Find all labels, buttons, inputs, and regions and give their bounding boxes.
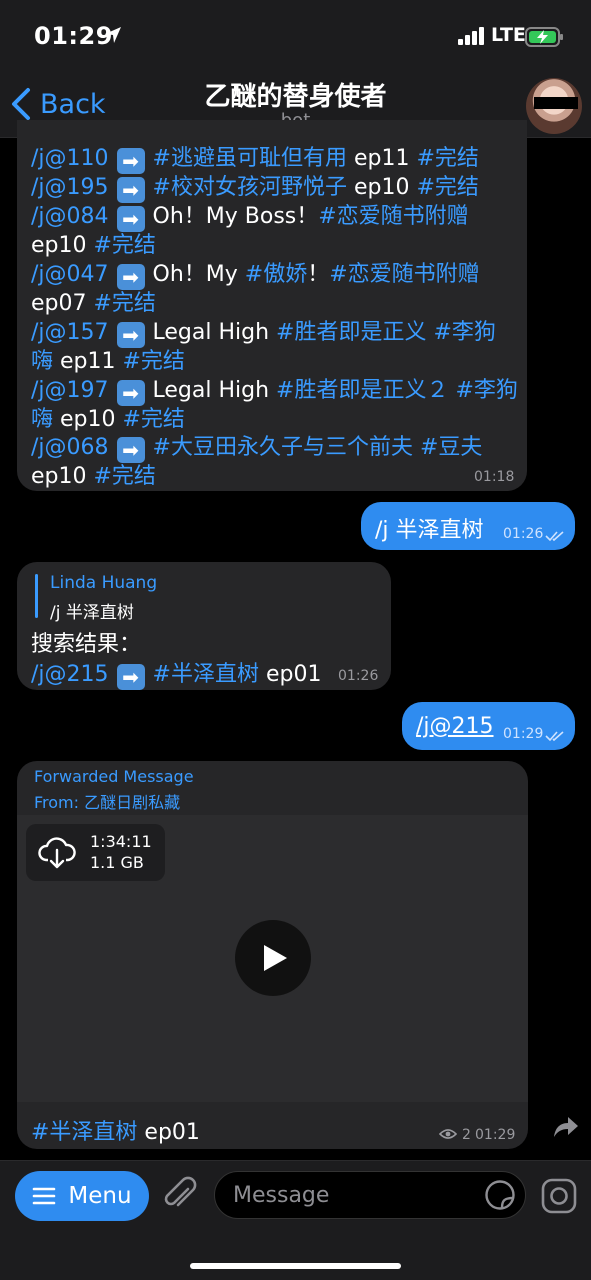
- message-time: 01:29: [475, 1127, 516, 1143]
- command-link[interactable]: /j@110: [31, 146, 109, 171]
- episode-text: ep01: [258, 662, 322, 687]
- location-arrow-icon: [105, 27, 121, 43]
- hashtag-link[interactable]: #半泽直树: [153, 662, 259, 687]
- menu-button[interactable]: Menu: [15, 1171, 149, 1221]
- message-text: ep10: [31, 464, 94, 489]
- forwarded-from[interactable]: From: 乙醚日剧私藏: [34, 789, 180, 813]
- cellular-signal-icon: [458, 27, 484, 45]
- hashtag-link[interactable]: #大豆田永久子与三个前夫: [153, 435, 413, 460]
- views-eye-icon: [439, 1129, 457, 1139]
- forwarded-from-name[interactable]: 乙醚日剧私藏: [84, 793, 180, 812]
- video-caption: #半泽直树 ep01: [31, 1114, 200, 1146]
- message-text: ep07: [31, 291, 94, 316]
- command-link[interactable]: /j@084: [31, 204, 109, 229]
- paperclip-icon[interactable]: [162, 1175, 198, 1215]
- command-link[interactable]: /j@195: [31, 175, 109, 200]
- chat-title[interactable]: 乙醚的替身使者: [0, 76, 591, 113]
- forwarded-label: Forwarded Message: [34, 767, 194, 786]
- incoming-reply-message[interactable]: Linda Huang /j 半泽直树 搜索结果： /j@215 ➡ #半泽直树 e…: [17, 562, 391, 690]
- message-text: ep10: [346, 175, 417, 200]
- hashtag-link[interactable]: #豆夫: [420, 435, 482, 460]
- hashtag-link[interactable]: #完结: [416, 175, 478, 200]
- video-duration: 1:34:11: [90, 832, 152, 851]
- command-link[interactable]: /j@157: [31, 320, 109, 345]
- download-button[interactable]: 1:34:11 1.1 GB: [26, 824, 165, 881]
- home-indicator: [190, 1263, 401, 1269]
- message-heading: 搜索结果：: [31, 632, 142, 657]
- message-text: Legal High: [152, 320, 277, 345]
- message-text: [413, 435, 420, 460]
- incoming-list-message[interactable]: /j@110 ➡ #逃避虽可耻但有用 ep11 #完结/j@195 ➡ #校对女孩河野悦…: [17, 120, 527, 491]
- message-text: Oh！My: [152, 262, 245, 287]
- video-size: 1.1 GB: [90, 853, 144, 872]
- play-button[interactable]: [235, 920, 311, 996]
- hashtag-link[interactable]: #恋爱随书附赠: [329, 262, 479, 287]
- message-text: Legal High: [152, 378, 277, 403]
- message-input[interactable]: [214, 1171, 526, 1219]
- outgoing-message[interactable]: /j 半泽直树 01:26: [361, 502, 575, 550]
- message-time: 01:29: [503, 726, 544, 742]
- forwarded-from-prefix: From:: [34, 793, 85, 812]
- message-text: ep11: [53, 349, 123, 374]
- hashtag-link[interactable]: 嗨: [31, 349, 53, 374]
- list-item: 嗨 ep11 #完结: [31, 343, 185, 375]
- command-link[interactable]: /j@047: [31, 262, 109, 287]
- reply-quote-bar: [35, 574, 38, 618]
- network-type: LTE: [491, 24, 526, 46]
- hashtag-link[interactable]: #李狗: [455, 378, 517, 403]
- reply-quote-text: /j 半泽直树: [50, 603, 134, 623]
- outgoing-message[interactable]: /j@215 01:29: [402, 702, 575, 750]
- hashtag-link[interactable]: #李狗: [433, 320, 495, 345]
- message-time: 01:26: [503, 526, 544, 542]
- hashtag-link[interactable]: #完结: [94, 233, 156, 258]
- share-forward-icon[interactable]: [553, 1115, 579, 1139]
- hashtag-link[interactable]: #完结: [94, 291, 156, 316]
- message-text: ep10: [31, 233, 94, 258]
- status-bar: 01:29 LTE: [0, 0, 591, 70]
- hashtag-link[interactable]: #胜者即是正义: [276, 320, 426, 345]
- reply-quote-author[interactable]: Linda Huang: [50, 573, 157, 593]
- hashtag-link[interactable]: #半泽直树: [31, 1120, 137, 1145]
- message-time: 01:18: [474, 469, 515, 485]
- hashtag-link[interactable]: #胜者即是正义２: [276, 378, 448, 403]
- command-link[interactable]: /j@215: [31, 662, 109, 687]
- status-time: 01:29: [34, 22, 113, 50]
- search-result-line: /j@215 ➡ #半泽直树 ep01: [31, 656, 321, 690]
- hashtag-link[interactable]: #完结: [94, 464, 156, 489]
- list-item: ep10 #完结: [31, 458, 156, 490]
- sticker-icon[interactable]: [484, 1179, 516, 1211]
- view-count: 2: [462, 1127, 471, 1143]
- command-link[interactable]: /j@068: [31, 435, 109, 460]
- hashtag-link[interactable]: #完结: [123, 349, 185, 374]
- message-text: Oh！My Boss！: [152, 204, 319, 229]
- avatar[interactable]: [526, 78, 582, 134]
- list-item: ep07 #完结: [31, 285, 156, 317]
- arrow-right-icon: ➡: [116, 664, 145, 690]
- message-link-text[interactable]: /j@215: [416, 714, 494, 739]
- message-time: 01:26: [338, 668, 379, 684]
- menu-label: Menu: [68, 1183, 132, 1209]
- hashtag-link[interactable]: #傲娇: [245, 262, 307, 287]
- command-link[interactable]: /j@197: [31, 378, 109, 403]
- input-bar: Menu: [0, 1160, 591, 1280]
- message-text: /j 半泽直树: [375, 518, 484, 543]
- message-text: ep11: [346, 146, 417, 171]
- hashtag-link[interactable]: #恋爱随书附赠: [318, 204, 468, 229]
- battery-charging-icon: [525, 27, 563, 47]
- list-item: ep10 #完结: [31, 227, 156, 259]
- hashtag-link[interactable]: #完结: [416, 146, 478, 171]
- hashtag-link[interactable]: #校对女孩河野悦子: [153, 175, 347, 200]
- hashtag-link[interactable]: #逃避虽可耻但有用: [153, 146, 347, 171]
- read-ticks-icon: [545, 531, 564, 542]
- message-text: ！: [307, 262, 330, 287]
- cloud-download-icon: [38, 837, 76, 869]
- hamburger-menu-icon: [33, 1187, 56, 1205]
- avatar-redaction-bar: [534, 97, 578, 109]
- read-ticks-icon: [545, 731, 564, 742]
- camera-icon[interactable]: [540, 1177, 578, 1215]
- caption-text: ep01: [137, 1120, 200, 1145]
- play-icon: [264, 945, 287, 971]
